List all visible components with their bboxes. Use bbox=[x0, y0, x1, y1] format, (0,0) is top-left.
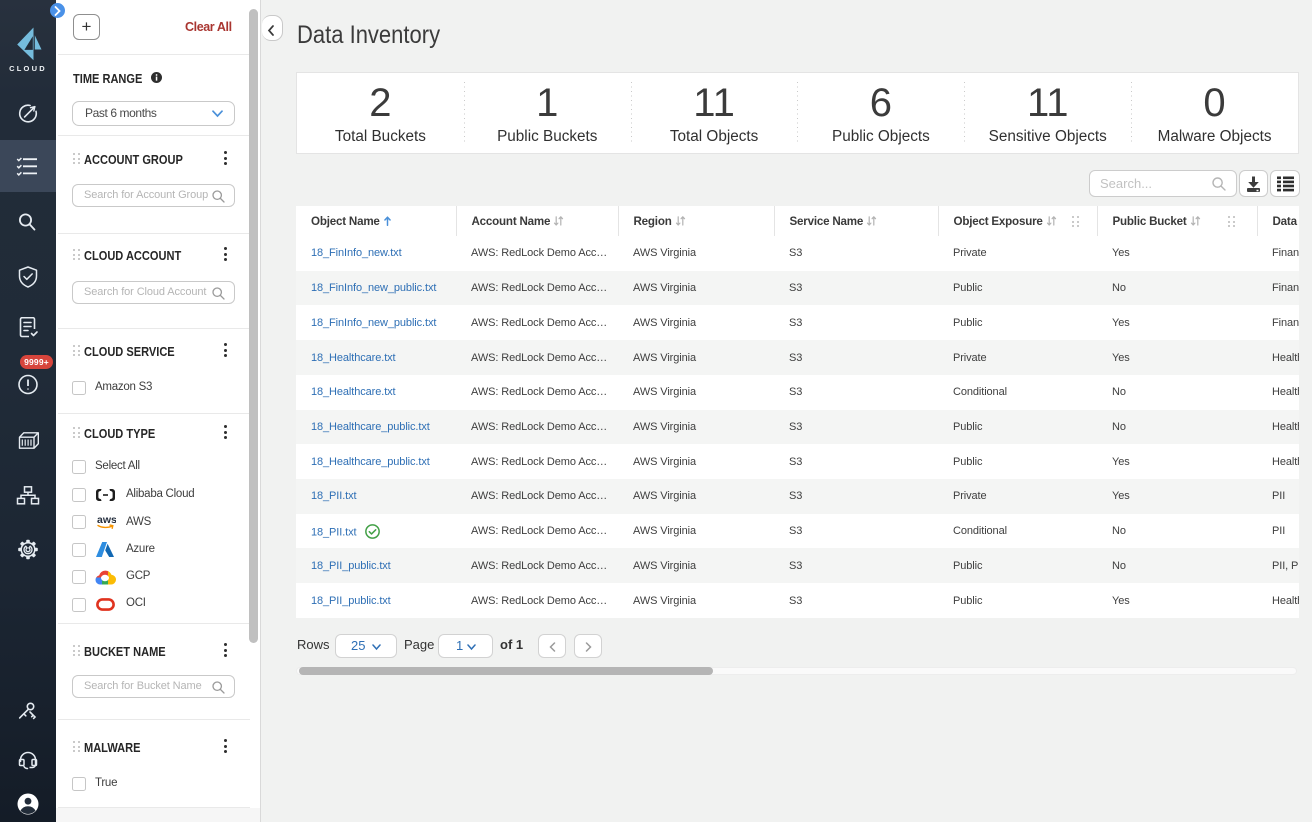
svg-text:aws: aws bbox=[97, 514, 116, 526]
